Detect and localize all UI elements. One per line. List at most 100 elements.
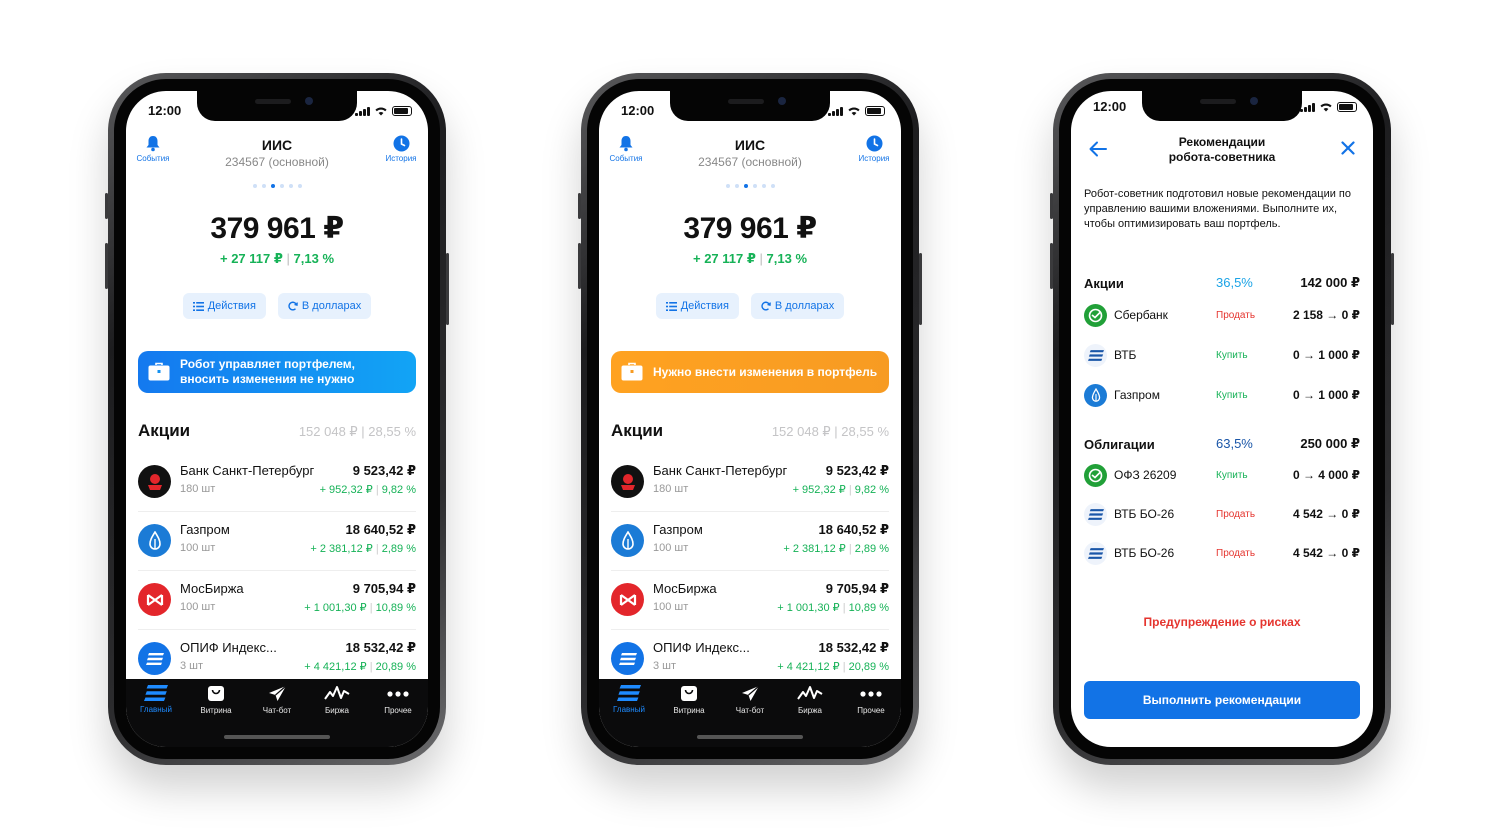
vtb-logo-icon: [138, 642, 171, 675]
reco-row-vtb-bo26-2[interactable]: ВТБ БО-26 Продать 4 542 → 0 ₽: [1084, 541, 1360, 567]
dollars-button[interactable]: В долларах: [277, 293, 372, 319]
stock-row-gazprom[interactable]: Газпром 100 шт 18 640,52 ₽ + 2 381,12 ₽ …: [138, 512, 416, 571]
tab-main[interactable]: Главный: [126, 685, 186, 714]
section-title: Акции: [138, 421, 191, 440]
refresh-icon: [288, 301, 298, 311]
phone-portfolio-change: 12:00 События ИИС 234567 (основной) Исто…: [578, 73, 922, 765]
robot-status-banner[interactable]: Робот управляет портфелем, вносить измене…: [138, 351, 416, 393]
briefcase-icon: [148, 362, 170, 381]
tab-main[interactable]: Главный: [599, 685, 659, 714]
actions-button[interactable]: Действия: [655, 293, 739, 319]
stock-row-spb-bank[interactable]: Банк Санкт-Петербург 180 шт 9 523,42 ₽ +…: [138, 453, 416, 512]
bag-icon: [208, 686, 224, 701]
banner-text-2: вносить изменения не нужно: [180, 372, 355, 386]
screen: 12:00 Рекомендации робота-советника Робо…: [1071, 91, 1373, 747]
signal-icon: [355, 107, 370, 116]
risk-warning-link[interactable]: Предупреждение о рисках: [1071, 615, 1373, 629]
recommendations-intro: Робот-советник подготовил новые рекоменд…: [1084, 188, 1351, 230]
tab-label: Чат-бот: [262, 706, 292, 715]
action-label: Купить: [1216, 390, 1248, 401]
asset-name: Газпром: [1114, 388, 1160, 402]
dollars-button[interactable]: В долларах: [750, 293, 845, 319]
tab-label: Прочее: [857, 706, 885, 715]
stock-qty: 3 шт: [653, 660, 677, 672]
battery-icon: [1337, 102, 1357, 112]
status-time: 12:00: [148, 103, 182, 118]
battery-icon: [865, 106, 885, 116]
vtb-logo-icon: [611, 642, 644, 675]
stock-row-mosbirzha[interactable]: МосБиржа 100 шт 9 705,94 ₽ + 1 001,30 ₽ …: [138, 571, 416, 630]
stock-row-mosbirzha[interactable]: МосБиржа 100 шт 9 705,94 ₽ + 1 001,30 ₽ …: [611, 571, 889, 630]
position-change: 0 → 1 000 ₽: [1292, 348, 1360, 362]
wifi-icon: [848, 107, 860, 116]
reco-row-vtb-bo26[interactable]: ВТБ БО-26 Продать 4 542 → 0 ₽: [1084, 502, 1360, 528]
stock-change: + 4 421,12 ₽ | 20,89 %: [304, 661, 416, 673]
stock-row-spb-bank[interactable]: Банк Санкт-Петербург 180 шт 9 523,42 ₽ +…: [611, 453, 889, 512]
actions-button[interactable]: Действия: [182, 293, 266, 319]
section-title: Облигации: [1084, 437, 1155, 452]
gain-abs: + 27 117 ₽: [692, 251, 756, 266]
reco-row-vtb[interactable]: ВТБ Купить 0 → 1 000 ₽: [1084, 343, 1360, 369]
stock-qty: 100 шт: [180, 542, 216, 554]
stock-qty: 3 шт: [180, 660, 204, 672]
tab-more[interactable]: Прочее: [368, 685, 428, 715]
spb-bank-logo-icon: [611, 465, 644, 498]
tab-label: Биржа: [798, 706, 822, 715]
sberbank-logo-icon: [1084, 304, 1107, 327]
execute-recommendations-button[interactable]: Выполнить рекомендации: [1084, 681, 1360, 719]
action-label: Продать: [1216, 509, 1256, 520]
page-indicator[interactable]: [126, 184, 428, 188]
events-label: События: [609, 154, 643, 163]
vtb-logo-icon: [1084, 503, 1107, 526]
list-icon: [192, 301, 204, 311]
reco-row-ofz[interactable]: ОФЗ 26209 Купить 0 → 4 000 ₽: [1084, 463, 1360, 489]
home-indicator[interactable]: [224, 735, 330, 739]
tab-showcase[interactable]: Витрина: [659, 685, 719, 715]
reco-bonds-header: Облигации 63,5% 250 000 ₽: [1084, 436, 1360, 456]
actions-label: Действия: [680, 300, 729, 312]
gain-pct: 7,13 %: [293, 251, 335, 266]
tab-exchange[interactable]: Биржа: [307, 685, 367, 715]
briefcase-icon: [621, 362, 643, 381]
reco-row-sberbank[interactable]: Сбербанк Продать 2 158 → 0 ₽: [1084, 303, 1360, 329]
vtb-logo-icon: [1084, 542, 1107, 565]
tab-exchange[interactable]: Биржа: [780, 685, 840, 715]
stock-name: Газпром: [180, 522, 230, 537]
history-button[interactable]: История: [374, 135, 428, 163]
events-button[interactable]: События: [599, 135, 653, 163]
section-title: Акции: [611, 421, 664, 440]
page-title-line2: робота-советника: [1168, 150, 1276, 164]
account-title[interactable]: ИИС: [659, 137, 841, 153]
history-button[interactable]: История: [847, 135, 901, 163]
events-label: События: [136, 154, 170, 163]
mosbirzha-logo-icon: [138, 583, 171, 616]
asset-name: ВТБ БО-26: [1114, 507, 1175, 521]
back-arrow-icon[interactable]: [1089, 141, 1107, 157]
stock-row-gazprom[interactable]: Газпром 100 шт 18 640,52 ₽ + 2 381,12 ₽ …: [611, 512, 889, 571]
history-label: История: [385, 154, 417, 163]
tab-label: Витрина: [673, 706, 705, 715]
tab-chatbot[interactable]: Чат-бот: [247, 685, 307, 715]
change-required-banner[interactable]: Нужно внести изменения в портфель: [611, 351, 889, 393]
clock-icon: [866, 135, 882, 152]
events-button[interactable]: События: [126, 135, 180, 163]
section-pct: 63,5%: [1216, 436, 1253, 451]
tab-showcase[interactable]: Витрина: [186, 685, 246, 715]
banner-text: Нужно внести изменения в портфель: [653, 364, 878, 379]
tab-bar: Главный Витрина Чат-бот Биржа Прочее: [599, 679, 901, 747]
tab-label: Биржа: [325, 706, 349, 715]
position-change: 0 → 4 000 ₽: [1292, 468, 1360, 482]
close-icon[interactable]: [1341, 141, 1355, 155]
home-indicator[interactable]: [697, 735, 803, 739]
ofz-logo-icon: [1084, 464, 1107, 487]
vtb-main-icon: [144, 685, 168, 701]
section-title: Акции: [1084, 276, 1124, 291]
reco-row-gazprom[interactable]: Газпром Купить 0 → 1 000 ₽: [1084, 383, 1360, 409]
history-label: История: [858, 154, 890, 163]
tab-more[interactable]: Прочее: [841, 685, 901, 715]
page-indicator[interactable]: [599, 184, 901, 188]
account-title[interactable]: ИИС: [186, 137, 368, 153]
gain-pct: 7,13 %: [766, 251, 808, 266]
vtb-logo-icon: [1084, 344, 1107, 367]
tab-chatbot[interactable]: Чат-бот: [720, 685, 780, 715]
